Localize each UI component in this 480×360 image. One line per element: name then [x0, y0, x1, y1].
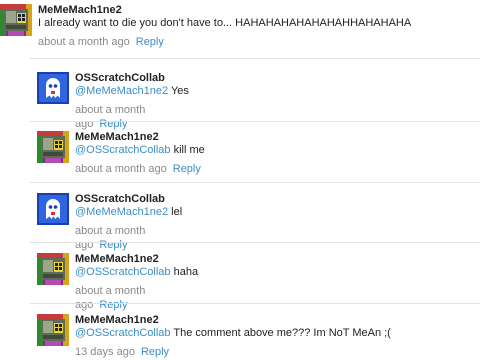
divider	[30, 121, 480, 122]
blue-ghost-avatar[interactable]	[37, 72, 69, 104]
comment-mention[interactable]: @MeMeMach1ne2	[75, 85, 168, 97]
comment-username[interactable]: MeMeMach1ne2	[75, 131, 205, 143]
comment-meta: about a month ago Reply	[75, 224, 182, 252]
comment-mention[interactable]: @MeMeMach1ne2	[75, 206, 168, 218]
comment-mention[interactable]: @OSScratchCollab	[75, 327, 171, 339]
comment-text: @OSScratchCollab The comment above me???…	[75, 327, 391, 339]
comment-username[interactable]: MeMeMach1ne2	[38, 4, 411, 16]
comment-text: @MeMeMach1ne2 Yes	[75, 85, 189, 97]
divider	[30, 58, 480, 59]
comment-mention[interactable]: @OSScratchCollab	[75, 266, 171, 278]
pixel-computer-avatar[interactable]	[37, 131, 69, 163]
comment-meta: about a month ago Reply	[75, 284, 198, 312]
blue-ghost-avatar[interactable]	[37, 193, 69, 225]
divider	[30, 242, 480, 243]
pixel-computer-avatar[interactable]	[0, 4, 32, 36]
reply-button[interactable]: Reply	[99, 299, 127, 311]
comment-timestamp: 13 days ago	[75, 346, 135, 358]
comment-meta: about a month ago Reply	[38, 35, 411, 49]
comment-meta: about a month ago Reply	[75, 162, 205, 176]
reply-button[interactable]: Reply	[141, 346, 169, 358]
comment-text: I already want to die you don't have to.…	[38, 17, 412, 29]
comment-timestamp: about a month ago	[38, 36, 130, 48]
comment-mention[interactable]: @OSScratchCollab	[75, 144, 171, 156]
reply-button[interactable]: Reply	[99, 239, 127, 251]
pixel-computer-avatar[interactable]	[37, 253, 69, 285]
comment-username[interactable]: MeMeMach1ne2	[75, 253, 198, 265]
divider	[30, 303, 480, 304]
comment-username[interactable]: OSScratchCollab	[75, 72, 189, 84]
pixel-computer-avatar[interactable]	[37, 314, 69, 346]
comment-meta: 13 days ago Reply	[75, 345, 391, 359]
comment-text: @OSScratchCollab haha	[75, 266, 199, 278]
comment-timestamp: about a month ago	[75, 163, 167, 175]
comment-text: @MeMeMach1ne2 lel	[75, 206, 183, 218]
reply-button[interactable]: Reply	[173, 163, 201, 175]
reply-button[interactable]: Reply	[99, 118, 127, 130]
divider	[30, 182, 480, 183]
comment-username[interactable]: MeMeMach1ne2	[75, 314, 391, 326]
comment-meta: about a month ago Reply	[75, 103, 189, 131]
reply-button[interactable]: Reply	[136, 36, 164, 48]
comment-username[interactable]: OSScratchCollab	[75, 193, 182, 205]
comment-text: @OSScratchCollab kill me	[75, 144, 205, 156]
